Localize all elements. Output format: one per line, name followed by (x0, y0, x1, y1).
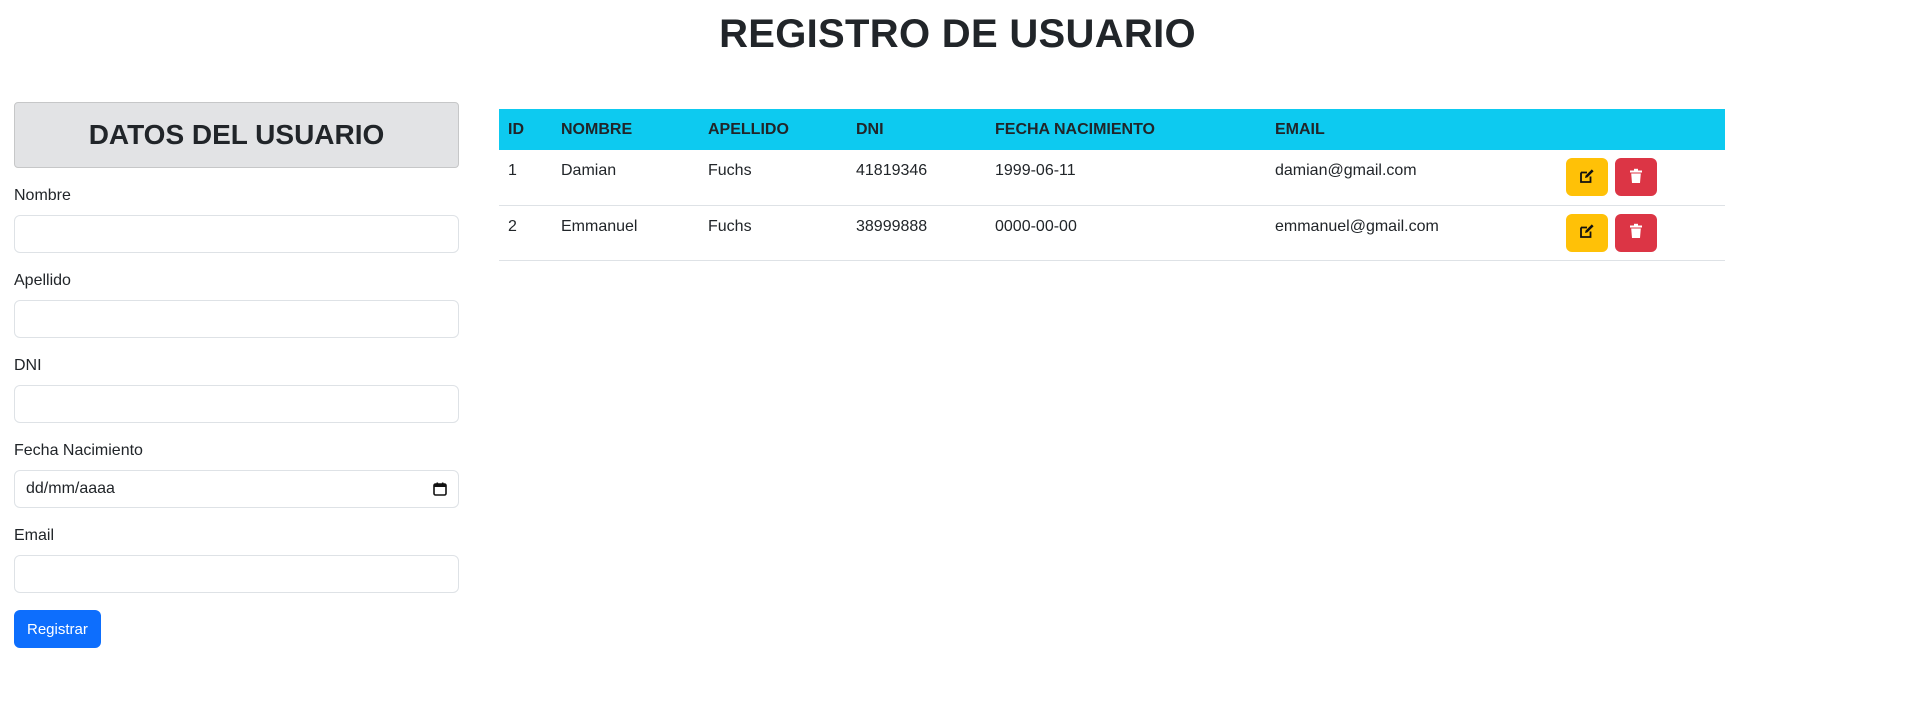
field-label-email: Email (14, 527, 55, 544)
users-table-container: ID NOMBRE APELLIDO DNI FECHA NACIMIENTO … (499, 109, 1725, 261)
email-input[interactable] (14, 555, 459, 593)
edit-button[interactable] (1566, 158, 1608, 196)
field-apellido: Apellido (14, 271, 459, 338)
cell-id: 1 (499, 150, 552, 206)
users-table: ID NOMBRE APELLIDO DNI FECHA NACIMIENTO … (499, 109, 1725, 261)
field-fecha-nacimiento: Fecha Nacimiento dd/mm/aaaa (14, 441, 459, 508)
calendar-icon[interactable] (433, 482, 447, 496)
dni-input[interactable] (14, 385, 459, 423)
table-header-row: ID NOMBRE APELLIDO DNI FECHA NACIMIENTO … (499, 109, 1725, 150)
cell-id: 2 (499, 205, 552, 261)
cell-actions (1557, 205, 1725, 261)
delete-button[interactable] (1615, 213, 1658, 252)
column-header-dni: DNI (856, 120, 884, 138)
field-email: Email (14, 526, 459, 593)
field-label-dni: DNI (14, 357, 42, 374)
cell-dni: 38999888 (847, 205, 986, 261)
cell-fecha-nacimiento: 1999-06-11 (986, 150, 1266, 206)
cell-actions (1557, 150, 1725, 206)
user-form: DATOS DEL USUARIO Nombre Apellido DNI Fe… (14, 102, 459, 648)
field-label-apellido: Apellido (14, 272, 71, 289)
delete-button[interactable] (1615, 158, 1658, 196)
apellido-input[interactable] (14, 300, 459, 338)
field-label-fecha-nacimiento: Fecha Nacimiento (14, 442, 143, 459)
cell-dni: 41819346 (847, 150, 986, 206)
cell-apellido: Fuchs (699, 205, 847, 261)
page-title: REGISTRO DE USUARIO (719, 12, 1196, 56)
edit-button[interactable] (1566, 213, 1608, 252)
cell-nombre: Emmanuel (552, 205, 699, 261)
column-header-actions (1557, 109, 1725, 150)
cell-nombre: Damian (552, 150, 699, 206)
registrar-button[interactable]: Registrar (14, 610, 101, 648)
column-header-fecha-nacimiento: FECHA NACIMIENTO (995, 120, 1155, 138)
column-header-email: EMAIL (1275, 120, 1325, 138)
cell-email: damian@gmail.com (1266, 150, 1557, 206)
nombre-input[interactable] (14, 215, 459, 253)
trash-icon (1629, 223, 1643, 242)
cell-email: emmanuel@gmail.com (1266, 205, 1557, 261)
field-nombre: Nombre (14, 186, 459, 253)
cell-fecha-nacimiento: 0000-00-00 (986, 205, 1266, 261)
form-header: DATOS DEL USUARIO (14, 102, 459, 168)
fecha-nacimiento-input[interactable]: dd/mm/aaaa (14, 470, 459, 508)
column-header-nombre: NOMBRE (561, 120, 633, 138)
edit-icon (1579, 168, 1595, 187)
field-dni: DNI (14, 356, 459, 423)
cell-apellido: Fuchs (699, 150, 847, 206)
field-label-nombre: Nombre (14, 187, 71, 204)
table-row: 1 Damian Fuchs 41819346 1999-06-11 damia… (499, 150, 1725, 206)
column-header-id: ID (508, 120, 524, 138)
edit-icon (1579, 223, 1595, 242)
table-row: 2 Emmanuel Fuchs 38999888 0000-00-00 emm… (499, 205, 1725, 261)
column-header-apellido: APELLIDO (708, 120, 789, 138)
date-placeholder: dd/mm/aaaa (26, 480, 115, 497)
trash-icon (1629, 168, 1643, 187)
